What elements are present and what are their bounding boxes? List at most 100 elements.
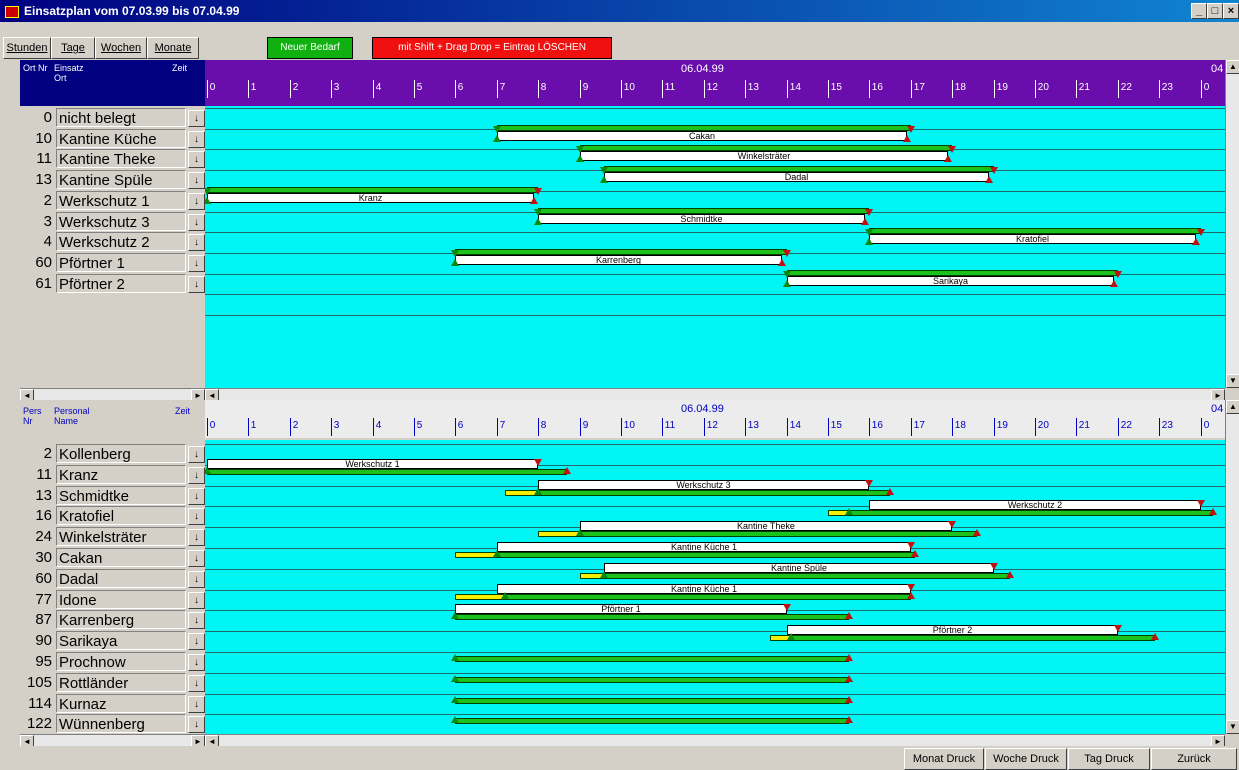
- list-row[interactable]: 90 Sarikaya ↓: [20, 631, 205, 650]
- list-row[interactable]: 0 nicht belegt ↓: [20, 108, 205, 127]
- start-handle-icon[interactable]: [493, 550, 501, 557]
- tag-druck-button[interactable]: Tag Druck: [1068, 748, 1150, 770]
- start-handle-icon[interactable]: [563, 467, 571, 474]
- start-handle-icon[interactable]: [451, 696, 459, 703]
- end-handle-icon[interactable]: [1197, 229, 1205, 236]
- start-handle-icon[interactable]: [534, 218, 542, 225]
- start-handle-icon[interactable]: [907, 592, 915, 599]
- start-handle-icon[interactable]: [451, 716, 459, 723]
- availability-bar[interactable]: [538, 490, 890, 496]
- tage-button[interactable]: Tage: [51, 37, 95, 59]
- close-button[interactable]: ×: [1223, 3, 1239, 19]
- zeit-down-arrow-icon[interactable]: ↓: [188, 193, 205, 210]
- end-handle-icon[interactable]: [907, 126, 915, 133]
- zeit-down-arrow-icon[interactable]: ↓: [188, 446, 205, 463]
- end-handle-icon[interactable]: [990, 563, 998, 570]
- availability-bar[interactable]: [455, 718, 849, 724]
- zeit-down-arrow-icon[interactable]: ↓: [188, 550, 205, 567]
- end-handle-icon[interactable]: [865, 480, 873, 487]
- zeit-down-arrow-icon[interactable]: ↓: [188, 571, 205, 588]
- end-handle-icon[interactable]: [948, 146, 956, 153]
- availability-bar[interactable]: [455, 656, 849, 662]
- end-handle-icon[interactable]: [865, 209, 873, 216]
- assignment-bar[interactable]: Werkschutz 1: [207, 459, 538, 469]
- zeit-down-arrow-icon[interactable]: ↓: [188, 716, 205, 733]
- assignment-bar[interactable]: Sarikaya: [787, 276, 1114, 286]
- list-row[interactable]: 2 Werkschutz 1 ↓: [20, 191, 205, 210]
- start-handle-icon[interactable]: [451, 612, 459, 619]
- start-handle-icon[interactable]: [865, 238, 873, 245]
- end-handle-icon[interactable]: [783, 250, 791, 257]
- end-handle-icon[interactable]: [534, 209, 542, 216]
- end-handle-icon[interactable]: [1114, 625, 1122, 632]
- availability-bar[interactable]: [505, 594, 911, 600]
- start-handle-icon[interactable]: [1209, 508, 1217, 515]
- neuer-bedarf-label[interactable]: Neuer Bedarf: [267, 37, 353, 59]
- start-handle-icon[interactable]: [1192, 238, 1200, 245]
- end-handle-icon[interactable]: [534, 188, 542, 195]
- start-handle-icon[interactable]: [845, 508, 853, 515]
- start-handle-icon[interactable]: [944, 155, 952, 162]
- end-handle-icon[interactable]: [1114, 271, 1122, 278]
- minimize-button[interactable]: _: [1191, 3, 1207, 19]
- assignment-bar[interactable]: Karrenberg: [455, 255, 782, 265]
- assignment-bar[interactable]: Kratofiel: [869, 234, 1196, 244]
- zeit-down-arrow-icon[interactable]: ↓: [188, 151, 205, 168]
- zeit-down-arrow-icon[interactable]: ↓: [188, 529, 205, 546]
- list-row[interactable]: 16 Kratofiel ↓: [20, 506, 205, 525]
- assignment-bar[interactable]: Winkelsträter: [580, 151, 948, 161]
- list-row[interactable]: 105 Rottländer ↓: [20, 673, 205, 692]
- list-row[interactable]: 11 Kranz ↓: [20, 465, 205, 484]
- availability-bar[interactable]: [207, 469, 567, 475]
- availability-bar[interactable]: [849, 510, 1213, 516]
- list-row[interactable]: 2 Kollenberg ↓: [20, 444, 205, 463]
- top-vertical-scrollbar[interactable]: ▲ ▼: [1225, 60, 1239, 388]
- end-handle-icon[interactable]: [451, 250, 459, 257]
- zeit-down-arrow-icon[interactable]: ↓: [188, 508, 205, 525]
- bottom-vertical-scrollbar[interactable]: ▲ ▼: [1225, 400, 1239, 734]
- maximize-button[interactable]: □: [1207, 3, 1223, 19]
- zeit-down-arrow-icon[interactable]: ↓: [188, 214, 205, 231]
- end-handle-icon[interactable]: [907, 542, 915, 549]
- zeit-down-arrow-icon[interactable]: ↓: [188, 131, 205, 148]
- assignment-bar[interactable]: Kranz: [207, 193, 534, 203]
- scroll-up-icon[interactable]: ▲: [1226, 60, 1239, 74]
- assignment-bar[interactable]: Pförtner 1: [455, 604, 787, 614]
- start-handle-icon[interactable]: [1006, 571, 1014, 578]
- list-row[interactable]: 95 Prochnow ↓: [20, 652, 205, 671]
- assignment-bar[interactable]: Kantine Küche 1: [497, 584, 911, 594]
- travel-bar[interactable]: [538, 531, 580, 537]
- assignment-bar[interactable]: Kantine Spüle: [604, 563, 994, 573]
- assignment-bar[interactable]: Pförtner 2: [787, 625, 1118, 635]
- start-handle-icon[interactable]: [845, 716, 853, 723]
- assignment-bar[interactable]: Cakan: [497, 131, 907, 141]
- end-handle-icon[interactable]: [534, 459, 542, 466]
- list-row[interactable]: 13 Schmidtke ↓: [20, 486, 205, 505]
- scroll-up-icon[interactable]: ▲: [1226, 400, 1239, 414]
- zeit-down-arrow-icon[interactable]: ↓: [188, 696, 205, 713]
- zeit-down-arrow-icon[interactable]: ↓: [188, 633, 205, 650]
- list-row[interactable]: 3 Werkschutz 3 ↓: [20, 212, 205, 231]
- end-handle-icon[interactable]: [600, 167, 608, 174]
- start-handle-icon[interactable]: [501, 592, 509, 599]
- start-handle-icon[interactable]: [903, 135, 911, 142]
- list-row[interactable]: 11 Kantine Theke ↓: [20, 149, 205, 168]
- bottom-gantt-grid[interactable]: Werkschutz 1 Werkschutz 3 Werkschutz 2 Kant…: [205, 440, 1225, 734]
- start-handle-icon[interactable]: [861, 218, 869, 225]
- end-handle-icon[interactable]: [865, 229, 873, 236]
- availability-bar[interactable]: [791, 635, 1155, 641]
- end-handle-icon[interactable]: [576, 146, 584, 153]
- start-handle-icon[interactable]: [530, 197, 538, 204]
- list-row[interactable]: 13 Kantine Spüle ↓: [20, 170, 205, 189]
- end-handle-icon[interactable]: [493, 126, 501, 133]
- assignment-bar[interactable]: Schmidtke: [538, 214, 865, 224]
- start-handle-icon[interactable]: [973, 529, 981, 536]
- zeit-down-arrow-icon[interactable]: ↓: [188, 654, 205, 671]
- start-handle-icon[interactable]: [534, 488, 542, 495]
- start-handle-icon[interactable]: [778, 259, 786, 266]
- zeit-down-arrow-icon[interactable]: ↓: [188, 488, 205, 505]
- start-handle-icon[interactable]: [576, 155, 584, 162]
- monate-button[interactable]: Monate: [147, 37, 199, 59]
- end-handle-icon[interactable]: [1197, 500, 1205, 507]
- list-row[interactable]: 4 Werkschutz 2 ↓: [20, 232, 205, 251]
